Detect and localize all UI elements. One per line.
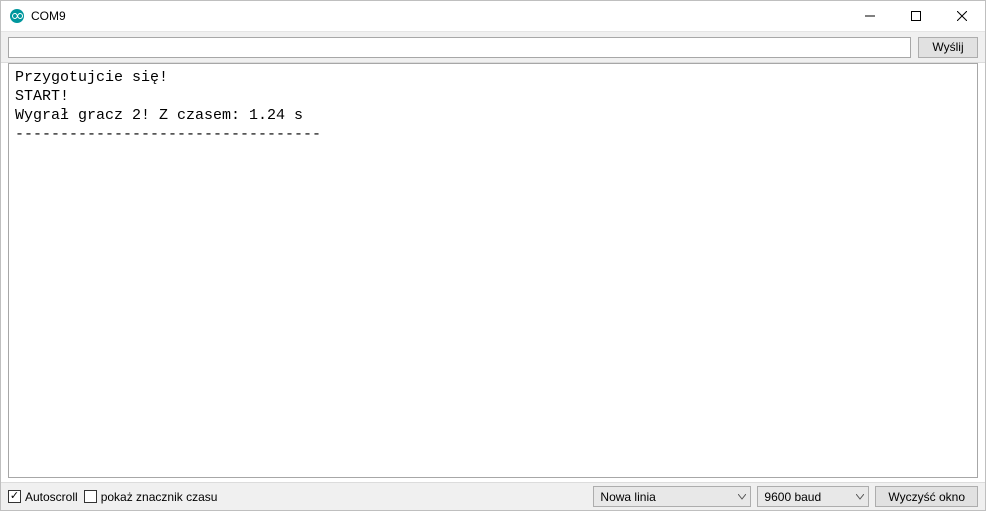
chevron-down-icon — [738, 494, 746, 500]
window-controls — [847, 1, 985, 31]
autoscroll-checkbox[interactable]: ✓ Autoscroll — [8, 490, 78, 504]
maximize-button[interactable] — [893, 1, 939, 31]
minimize-button[interactable] — [847, 1, 893, 31]
window-title: COM9 — [31, 9, 847, 23]
line-ending-value: Nowa linia — [600, 490, 655, 504]
line-ending-select[interactable]: Nowa linia — [593, 486, 751, 507]
send-toolbar: Wyślij — [1, 31, 985, 63]
serial-output: Przygotujcie się! START! Wygrał gracz 2!… — [8, 63, 978, 478]
serial-monitor-window: COM9 Wyślij Przygotujcie się! START! Wyg… — [0, 0, 986, 511]
autoscroll-label: Autoscroll — [25, 490, 78, 504]
chevron-down-icon — [856, 494, 864, 500]
baud-rate-value: 9600 baud — [764, 490, 821, 504]
baud-rate-select[interactable]: 9600 baud — [757, 486, 869, 507]
bottom-bar: ✓ Autoscroll pokaż znacznik czasu Nowa l… — [1, 482, 985, 510]
serial-input[interactable] — [8, 37, 911, 58]
close-button[interactable] — [939, 1, 985, 31]
clear-output-button[interactable]: Wyczyść okno — [875, 486, 978, 507]
checkbox-box — [84, 490, 97, 503]
timestamp-checkbox[interactable]: pokaż znacznik czasu — [84, 490, 218, 504]
send-button[interactable]: Wyślij — [918, 37, 978, 58]
arduino-icon — [9, 8, 25, 24]
titlebar: COM9 — [1, 1, 985, 31]
timestamp-label: pokaż znacznik czasu — [101, 490, 218, 504]
checkbox-box: ✓ — [8, 490, 21, 503]
